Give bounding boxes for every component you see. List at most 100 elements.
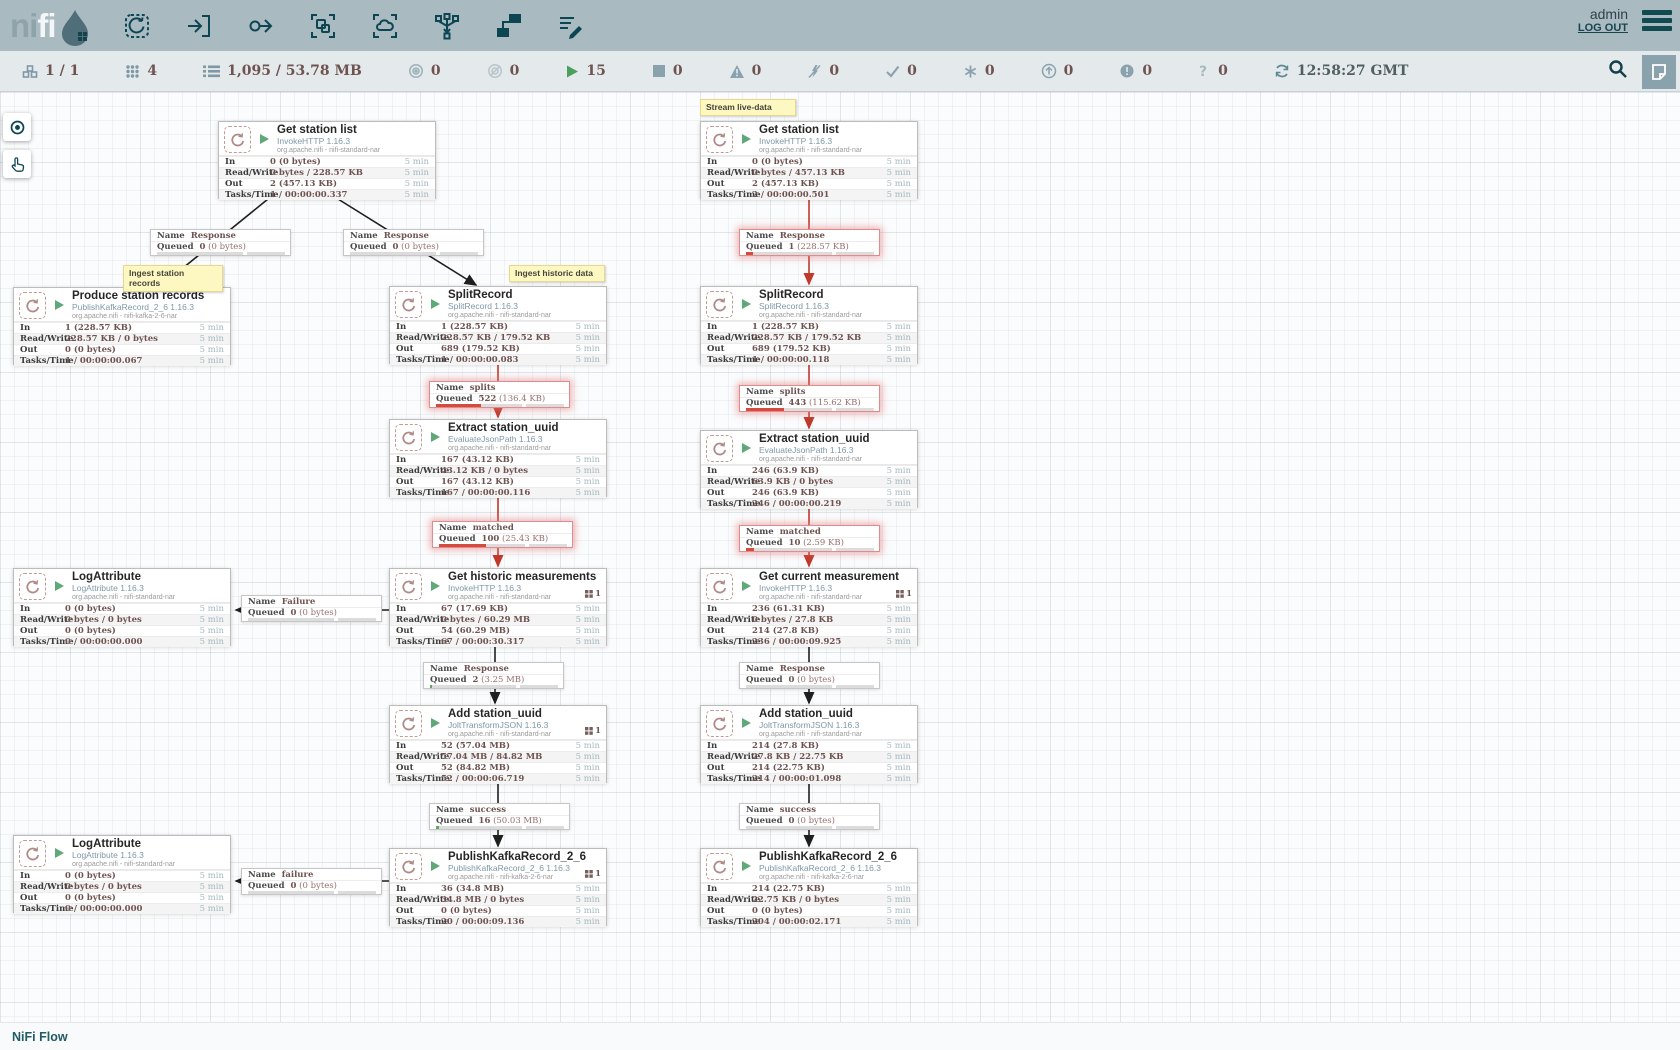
connection-label[interactable]: Namematched Queued100 (25.43 KB) (432, 521, 573, 548)
flow-status-bar: 1 / 1 4 1,095 / 53.78 MB 0 0 15 0 0 0 0 … (0, 51, 1680, 92)
processor-type: EvaluateJsonPath 1.16.3 (448, 434, 559, 444)
stat-row-out: Out 2 (457.13 KB) 5 min (701, 178, 917, 189)
stat-running: 15 (565, 63, 605, 79)
funnel-icon[interactable] (432, 11, 462, 41)
input-port-icon[interactable] (184, 11, 214, 41)
name-label: Name (350, 231, 378, 241)
stat-window: 5 min (405, 190, 429, 200)
name-label: Name (157, 231, 185, 241)
connection-label[interactable]: Namematched Queued10 (2.59 KB) (739, 525, 880, 552)
search-icon[interactable] (1608, 59, 1628, 84)
birdseye-button[interactable] (3, 113, 31, 141)
stat-value: 2 (457.13 KB) (270, 179, 337, 189)
stat-window: 5 min (576, 333, 600, 343)
last-refresh-time: 12:58:27 GMT (1297, 63, 1409, 79)
stat-locally-modified-stale: 0 (1119, 63, 1152, 79)
connection-label[interactable]: Namesuccess Queued16 (50.03 MB) (429, 803, 570, 830)
processor[interactable]: Get station list InvokeHTTP 1.16.3 org.a… (218, 121, 436, 199)
stat-value: 52 (84.82 MB) (441, 763, 510, 773)
stat-row-in: In 214 (27.8 KB) 5 min (701, 740, 917, 751)
connection-label[interactable]: NameResponse Queued2 (3.25 MB) (423, 662, 564, 689)
stat-label: Out (707, 626, 725, 636)
connection-label[interactable]: Namesplits Queued443 (115.62 KB) (739, 385, 880, 412)
size-threshold-bar (440, 252, 478, 255)
processor[interactable]: SplitRecord SplitRecord 1.16.3 org.apach… (389, 286, 607, 364)
connection-label[interactable]: Namefailure Queued0 (0 bytes) (241, 868, 382, 895)
processor[interactable]: Extract station_uuid EvaluateJsonPath 1.… (700, 430, 918, 508)
stat-window: 5 min (887, 774, 911, 784)
connection-label[interactable]: NameFailure Queued0 (0 bytes) (241, 595, 382, 622)
processor[interactable]: Get historic measurements InvokeHTTP 1.1… (389, 568, 607, 646)
connection-name: Response (384, 231, 429, 241)
connection-label[interactable]: NameResponse Queued1 (228.57 KB) (739, 229, 880, 256)
connection-name-row: NameResponse (151, 230, 290, 242)
processor-header: LogAttribute LogAttribute 1.16.3 org.apa… (14, 569, 230, 603)
stat-label: In (396, 741, 406, 751)
output-port-icon[interactable] (246, 11, 276, 41)
processor[interactable]: Extract station_uuid EvaluateJsonPath 1.… (389, 419, 607, 497)
stat-row-out: Out 0 (0 bytes) 5 min (390, 905, 606, 916)
remote-process-group-icon[interactable] (370, 11, 400, 41)
processor[interactable]: PublishKafkaRecord_2_6 PublishKafkaRecor… (389, 848, 607, 926)
stat-value: 214 (22.75 KB) (752, 884, 825, 894)
name-label: Name (436, 805, 464, 815)
stat-label: Out (396, 763, 414, 773)
global-menu-icon[interactable] (1642, 7, 1672, 34)
breadcrumb-nifi-flow[interactable]: NiFi Flow (12, 1030, 68, 1044)
stat-window: 5 min (200, 615, 224, 625)
stat-value: 236 / 00:00:09.925 (752, 637, 841, 647)
processor[interactable]: Get station list InvokeHTTP 1.16.3 org.a… (700, 121, 918, 199)
connection-label[interactable]: NameResponse Queued0 (0 bytes) (343, 229, 484, 256)
processor[interactable]: LogAttribute LogAttribute 1.16.3 org.apa… (13, 835, 231, 913)
queued-size: (0 bytes) (797, 675, 835, 685)
flow-canvas[interactable]: Get station list InvokeHTTP 1.16.3 org.a… (0, 92, 1680, 1022)
label-icon[interactable] (556, 11, 586, 41)
processor-icon[interactable] (122, 11, 152, 41)
stat-window: 5 min (576, 455, 600, 465)
connection-queued-row: Queued443 (115.62 KB) (740, 398, 879, 408)
cluster-icon (22, 64, 38, 79)
size-threshold-bar (836, 685, 874, 688)
connection-label[interactable]: Namesplits Queued522 (136.4 KB) (429, 381, 570, 408)
canvas-label[interactable]: Ingest historic data (509, 265, 605, 282)
object-threshold-bar (157, 252, 243, 255)
stat-refresh[interactable]: 12:58:27 GMT (1274, 63, 1409, 79)
stat-row-in: In 214 (22.75 KB) 5 min (701, 883, 917, 894)
stat-window: 5 min (576, 466, 600, 476)
template-icon[interactable] (494, 11, 524, 41)
connection-queued-row: Queued0 (0 bytes) (740, 675, 879, 685)
processor-title: Get station list (277, 124, 380, 136)
refresh-icon[interactable] (1274, 63, 1290, 79)
backpressure-bars (344, 252, 483, 256)
stat-label: Out (396, 626, 414, 636)
queued-label: Queued (350, 242, 387, 252)
stat-label: Out (396, 906, 414, 916)
stat-row-read-write: Read/Write 63.9 KB / 0 bytes 5 min (701, 476, 917, 487)
stat-row-in: In 1 (228.57 KB) 5 min (390, 321, 606, 332)
processor-type: JoltTransformJSON 1.16.3 (759, 720, 862, 730)
queued-count: 0 (789, 816, 795, 826)
logout-link[interactable]: LOG OUT (1578, 22, 1628, 34)
bulletin-panel-button[interactable] (1642, 55, 1676, 89)
connection-name-row: Namematched (740, 526, 879, 538)
processor[interactable]: Produce station records PublishKafkaReco… (13, 287, 231, 365)
processor[interactable]: Add station_uuid JoltTransformJSON 1.16.… (389, 705, 607, 783)
processor-type: JoltTransformJSON 1.16.3 (448, 720, 551, 730)
select-hand-button[interactable] (3, 150, 31, 178)
process-group-icon[interactable] (308, 11, 338, 41)
stat-cluster: 1 / 1 (22, 63, 79, 79)
name-label: Name (746, 664, 774, 674)
processor[interactable]: LogAttribute LogAttribute 1.16.3 org.apa… (13, 568, 231, 646)
stat-label: Out (707, 906, 725, 916)
stat-value: 228.57 KB / 179.52 KB (752, 333, 861, 343)
processor[interactable]: Add station_uuid JoltTransformJSON 1.16.… (700, 705, 918, 783)
processor[interactable]: Get current measurement InvokeHTTP 1.16.… (700, 568, 918, 646)
canvas-label[interactable]: Ingest station records (123, 265, 223, 292)
connection-label[interactable]: Namesuccess Queued0 (0 bytes) (739, 803, 880, 830)
processor[interactable]: SplitRecord SplitRecord 1.16.3 org.apach… (700, 286, 918, 364)
connection-label[interactable]: NameResponse Queued0 (0 bytes) (739, 662, 880, 689)
queued-count: 0 (789, 675, 795, 685)
processor[interactable]: PublishKafkaRecord_2_6 PublishKafkaRecor… (700, 848, 918, 926)
connection-label[interactable]: NameResponse Queued0 (0 bytes) (150, 229, 291, 256)
canvas-label[interactable]: Stream live-data (700, 99, 796, 116)
